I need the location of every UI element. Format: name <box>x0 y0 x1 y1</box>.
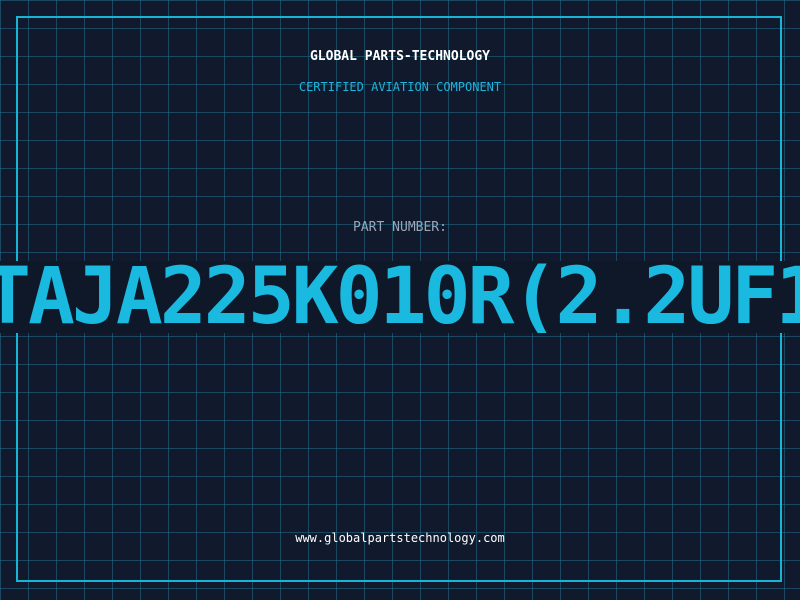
part-number-label: PART NUMBER: <box>353 220 447 235</box>
certification-subtitle: CERTIFIED AVIATION COMPONENT <box>298 80 502 94</box>
part-number-value: TAJA225K010R(2.2UF1 <box>0 261 800 333</box>
website-url[interactable]: www.globalpartstechnology.com <box>0 531 800 545</box>
brand-title: GLOBAL PARTS-TECHNOLOGY <box>309 49 490 64</box>
part-number-band: TAJA225K010R(2.2UF1 <box>0 261 800 333</box>
